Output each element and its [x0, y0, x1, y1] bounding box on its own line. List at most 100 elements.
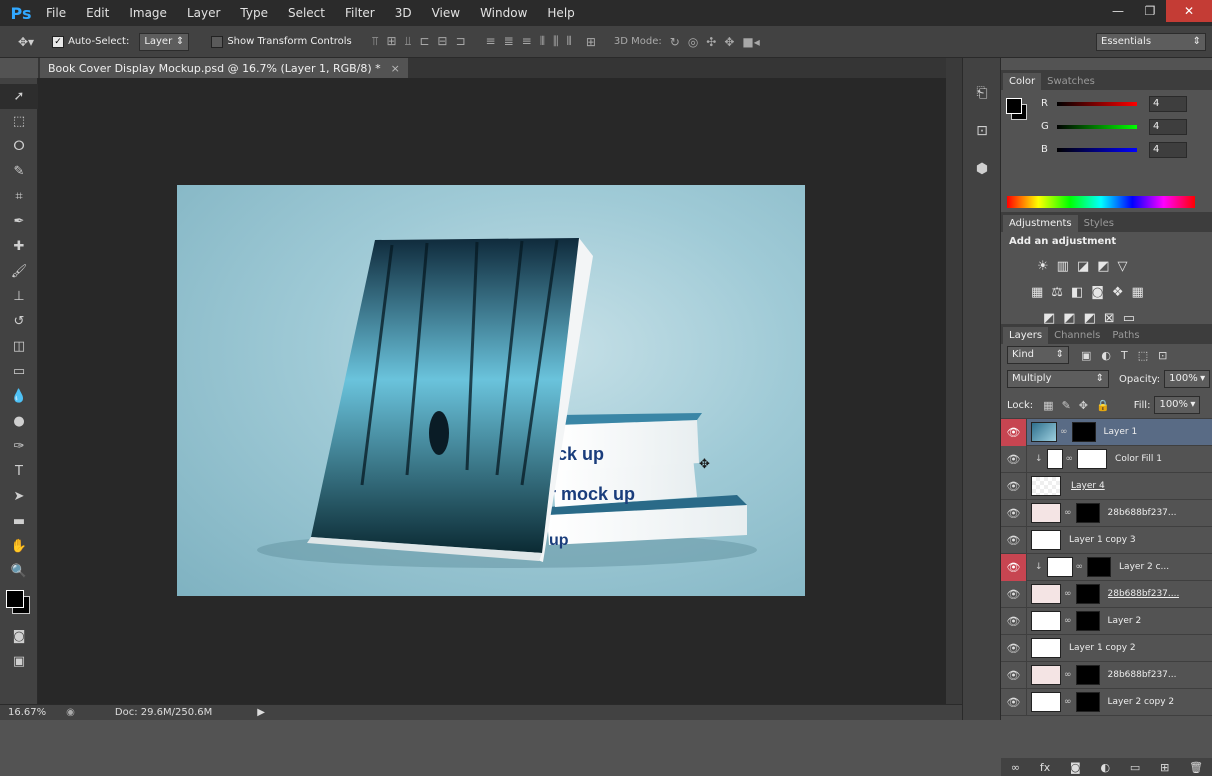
quick-select-tool-icon[interactable]: ✎: [0, 159, 38, 184]
menu-select[interactable]: Select: [278, 0, 335, 26]
eye-icon[interactable]: 👁: [1001, 688, 1027, 716]
color-spectrum[interactable]: [1007, 196, 1195, 208]
distribute-top-icon[interactable]: ≡: [486, 34, 496, 49]
pen-tool-icon[interactable]: ✑: [0, 434, 38, 459]
foreground-color-swatch[interactable]: [6, 590, 24, 608]
document-tab[interactable]: Book Cover Display Mockup.psd @ 16.7% (L…: [40, 58, 408, 78]
3d-slide-icon[interactable]: ✥: [724, 35, 734, 49]
layer-name[interactable]: Layer 1 copy 2: [1069, 643, 1136, 653]
layer-name[interactable]: Layer 4: [1071, 481, 1105, 491]
layer-row[interactable]: 👁 ∞ Layer 2: [1001, 607, 1212, 635]
menu-layer[interactable]: Layer: [177, 0, 230, 26]
black-white-icon[interactable]: ◧: [1071, 285, 1083, 300]
lock-all-icon[interactable]: 🔒: [1096, 399, 1110, 412]
exposure-icon[interactable]: ◩: [1097, 259, 1109, 274]
tab-styles[interactable]: Styles: [1078, 215, 1120, 232]
tab-swatches[interactable]: Swatches: [1041, 73, 1101, 90]
history-panel-icon[interactable]: ⎗: [963, 74, 1001, 112]
type-tool-icon[interactable]: T: [0, 459, 38, 484]
eye-icon[interactable]: 👁: [1001, 580, 1027, 608]
levels-icon[interactable]: ▥: [1057, 259, 1069, 274]
restore-button[interactable]: ❐: [1134, 0, 1166, 22]
eye-icon[interactable]: 👁: [1001, 553, 1027, 581]
clone-stamp-tool-icon[interactable]: ⊥: [0, 284, 38, 309]
marquee-tool-icon[interactable]: ⬚: [0, 109, 38, 134]
link-layers-icon[interactable]: ∞: [1011, 761, 1020, 774]
eye-icon[interactable]: 👁: [1001, 499, 1027, 527]
menu-edit[interactable]: Edit: [76, 0, 119, 26]
status-info-icon[interactable]: ◉: [66, 707, 75, 718]
layer-name[interactable]: Layer 2 c...: [1119, 562, 1169, 572]
layer-row[interactable]: 👁 Layer 1 copy 3: [1001, 526, 1212, 554]
fill-field[interactable]: 100% ▾: [1154, 396, 1201, 414]
menu-3d[interactable]: 3D: [385, 0, 422, 26]
filter-adjustment-icon[interactable]: ◐: [1101, 349, 1111, 362]
workspace-dropdown[interactable]: Essentials ⇕: [1096, 33, 1206, 51]
canvas-scrollbar[interactable]: [946, 58, 962, 704]
layer-name[interactable]: Layer 2 copy 2: [1108, 697, 1175, 707]
layer-mask-thumbnail[interactable]: [1075, 503, 1100, 523]
menu-help[interactable]: Help: [537, 0, 584, 26]
menu-filter[interactable]: Filter: [335, 0, 385, 26]
layer-row[interactable]: 👁 ∞ Layer 2 copy 2: [1001, 688, 1212, 716]
align-top-icon[interactable]: ⫪: [372, 34, 379, 49]
layer-row[interactable]: 👁 ∞ 28b688bf237...: [1001, 499, 1212, 527]
layer-mask-thumbnail[interactable]: [1077, 449, 1108, 469]
opacity-field[interactable]: 100% ▾: [1164, 370, 1211, 388]
hand-tool-icon[interactable]: ✋: [0, 534, 38, 559]
filter-type-icon[interactable]: T: [1121, 349, 1128, 362]
new-group-icon[interactable]: ▭: [1130, 761, 1140, 774]
layer-row[interactable]: 👁 ↓ ∞ Layer 2 c...: [1001, 553, 1212, 581]
layer-name[interactable]: 28b688bf237...: [1108, 508, 1177, 518]
layer-mask-thumbnail[interactable]: [1087, 557, 1112, 577]
3d-panel-icon[interactable]: ⬢: [963, 150, 1001, 188]
distribute-right-icon[interactable]: ⦀: [567, 34, 572, 49]
layer-row[interactable]: 👁 Layer 4: [1001, 472, 1212, 500]
layer-name[interactable]: Layer 1 copy 3: [1069, 535, 1136, 545]
layer-row[interactable]: 👁 ∞ 28b688bf237....: [1001, 580, 1212, 608]
tab-adjustments[interactable]: Adjustments: [1003, 215, 1078, 232]
menu-view[interactable]: View: [422, 0, 470, 26]
color-lookup-icon[interactable]: ▦: [1132, 285, 1144, 300]
blur-tool-icon[interactable]: 💧: [0, 384, 38, 409]
eyedropper-tool-icon[interactable]: ✒: [0, 209, 38, 234]
eye-icon[interactable]: 👁: [1001, 607, 1027, 635]
gradient-tool-icon[interactable]: ▭: [0, 359, 38, 384]
zoom-level[interactable]: 16.67%: [8, 707, 46, 718]
lock-position-icon[interactable]: ✥: [1079, 399, 1088, 412]
status-arrow-icon[interactable]: ▶: [257, 707, 265, 718]
minimize-button[interactable]: —: [1102, 0, 1134, 22]
tab-color[interactable]: Color: [1003, 73, 1042, 90]
show-transform-checkbox[interactable]: Show Transform Controls: [211, 35, 352, 48]
distribute-vcenter-icon[interactable]: ≣: [504, 34, 514, 49]
rectangle-tool-icon[interactable]: ▬: [0, 509, 38, 534]
zoom-tool-icon[interactable]: 🔍: [0, 559, 38, 584]
color-balance-icon[interactable]: ⚖: [1051, 285, 1063, 300]
eraser-tool-icon[interactable]: ◫: [0, 334, 38, 359]
document-canvas[interactable]: ck up r mock up up ✥: [177, 185, 805, 596]
distribute-bottom-icon[interactable]: ≡: [522, 34, 532, 49]
screen-mode-icon[interactable]: ▣: [0, 649, 38, 674]
crop-tool-icon[interactable]: ⌗: [0, 184, 38, 209]
align-left-icon[interactable]: ⊏: [419, 34, 429, 49]
layer-name[interactable]: 28b688bf237....: [1108, 589, 1180, 599]
move-tool-icon[interactable]: ➚: [0, 84, 38, 109]
new-layer-icon[interactable]: ⊞: [1160, 761, 1169, 774]
layer-mask-thumbnail[interactable]: [1075, 692, 1100, 712]
eye-icon[interactable]: 👁: [1001, 526, 1027, 554]
layer-row[interactable]: 👁 ∞ 28b688bf237...: [1001, 661, 1212, 689]
3d-pan-icon[interactable]: ✣: [706, 35, 716, 49]
lasso-tool-icon[interactable]: ⵔ: [0, 134, 38, 159]
eye-icon[interactable]: 👁: [1001, 661, 1027, 689]
eye-icon[interactable]: 👁: [1001, 418, 1027, 446]
layer-mask-thumbnail[interactable]: [1075, 584, 1100, 604]
layer-row[interactable]: 👁 ∞ Layer 1: [1001, 418, 1212, 446]
layer-name[interactable]: Layer 1: [1104, 427, 1138, 437]
tab-layers[interactable]: Layers: [1003, 327, 1049, 344]
close-button[interactable]: ✕: [1166, 0, 1212, 22]
curves-icon[interactable]: ◪: [1077, 259, 1089, 274]
align-vcenter-icon[interactable]: ⊞: [387, 34, 397, 49]
red-slider[interactable]: [1057, 101, 1137, 106]
gradient-map-icon[interactable]: ▭: [1123, 311, 1135, 326]
vibrance-icon[interactable]: ▽: [1118, 259, 1128, 274]
